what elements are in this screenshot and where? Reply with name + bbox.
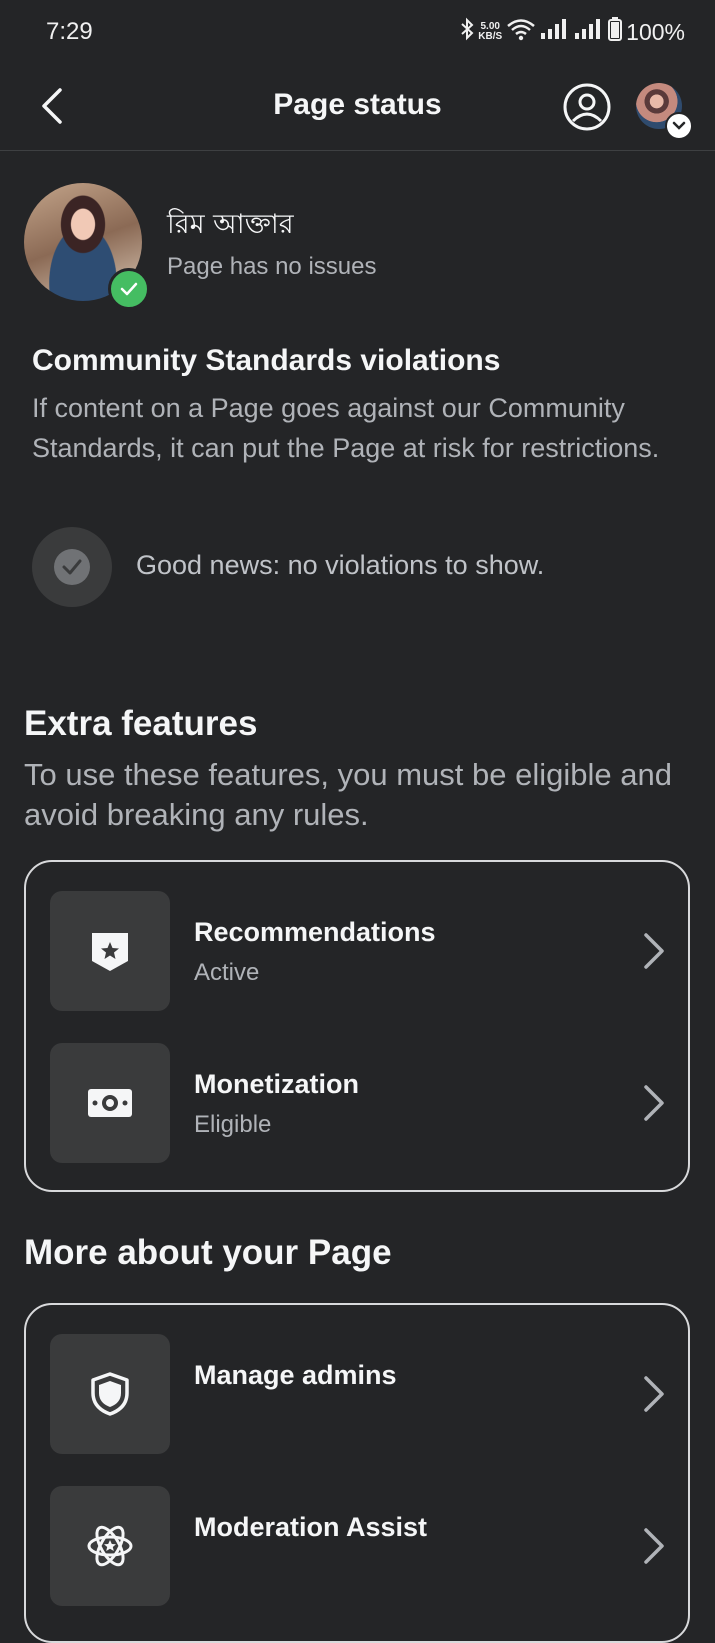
page-name: রিম আক্তার xyxy=(167,209,294,240)
chevron-right-icon xyxy=(638,1083,668,1123)
battery-icon xyxy=(608,17,623,47)
violations-title: Community Standards violations xyxy=(32,344,501,377)
extra-features-description: To use these features, you must be eligi… xyxy=(24,757,672,832)
no-violations-text: Good news: no violations to show. xyxy=(136,550,545,580)
page-status-text: Page has no issues xyxy=(167,253,377,280)
monetization-row[interactable]: Monetization Eligible xyxy=(50,1043,668,1163)
monetization-status: Eligible xyxy=(194,1111,272,1138)
chevron-down-icon[interactable] xyxy=(665,112,693,140)
recommendations-label: Recommendations xyxy=(194,917,436,947)
moderation-assist-icon xyxy=(50,1486,170,1606)
battery-level: 100% xyxy=(626,18,685,45)
extra-features-card: Recommendations Active Monetization Elig… xyxy=(24,860,690,1192)
manage-admins-label: Manage admins xyxy=(194,1360,397,1390)
chevron-right-icon xyxy=(638,931,668,971)
status-icons: 5.00 KB/S 100% xyxy=(460,17,685,47)
manage-admins-row[interactable]: Manage admins xyxy=(50,1334,668,1454)
signal-icon xyxy=(540,18,570,46)
signal-icon-2 xyxy=(574,18,604,46)
status-time: 7:29 xyxy=(46,18,93,45)
chevron-right-icon xyxy=(638,1526,668,1566)
status-bar: 7:29 5.00 KB/S 100% xyxy=(0,0,715,64)
extra-features-title: Extra features xyxy=(24,704,258,743)
violations-description: If content on a Page goes against our Co… xyxy=(32,393,660,463)
monetization-label: Monetization xyxy=(194,1069,359,1099)
app-header: Page status xyxy=(0,64,715,151)
network-speed: 5.00 KB/S xyxy=(478,21,503,42)
moderation-assist-row[interactable]: Moderation Assist xyxy=(50,1486,668,1606)
more-about-card: Manage admins Moderation Assist xyxy=(24,1303,690,1643)
money-icon xyxy=(50,1043,170,1163)
wifi-icon xyxy=(506,17,536,47)
more-about-title: More about your Page xyxy=(24,1233,392,1272)
check-circle-icon xyxy=(32,527,112,607)
recommendations-row[interactable]: Recommendations Active xyxy=(50,891,668,1011)
recommendations-status: Active xyxy=(194,959,260,986)
person-circle-icon xyxy=(563,83,611,131)
bluetooth-icon xyxy=(460,17,474,47)
profile-button[interactable] xyxy=(563,83,611,131)
moderation-assist-label: Moderation Assist xyxy=(194,1512,428,1542)
shield-icon xyxy=(50,1334,170,1454)
chevron-right-icon xyxy=(638,1374,668,1414)
checkmark-icon xyxy=(108,268,150,310)
recommendations-badge-icon xyxy=(50,891,170,1011)
